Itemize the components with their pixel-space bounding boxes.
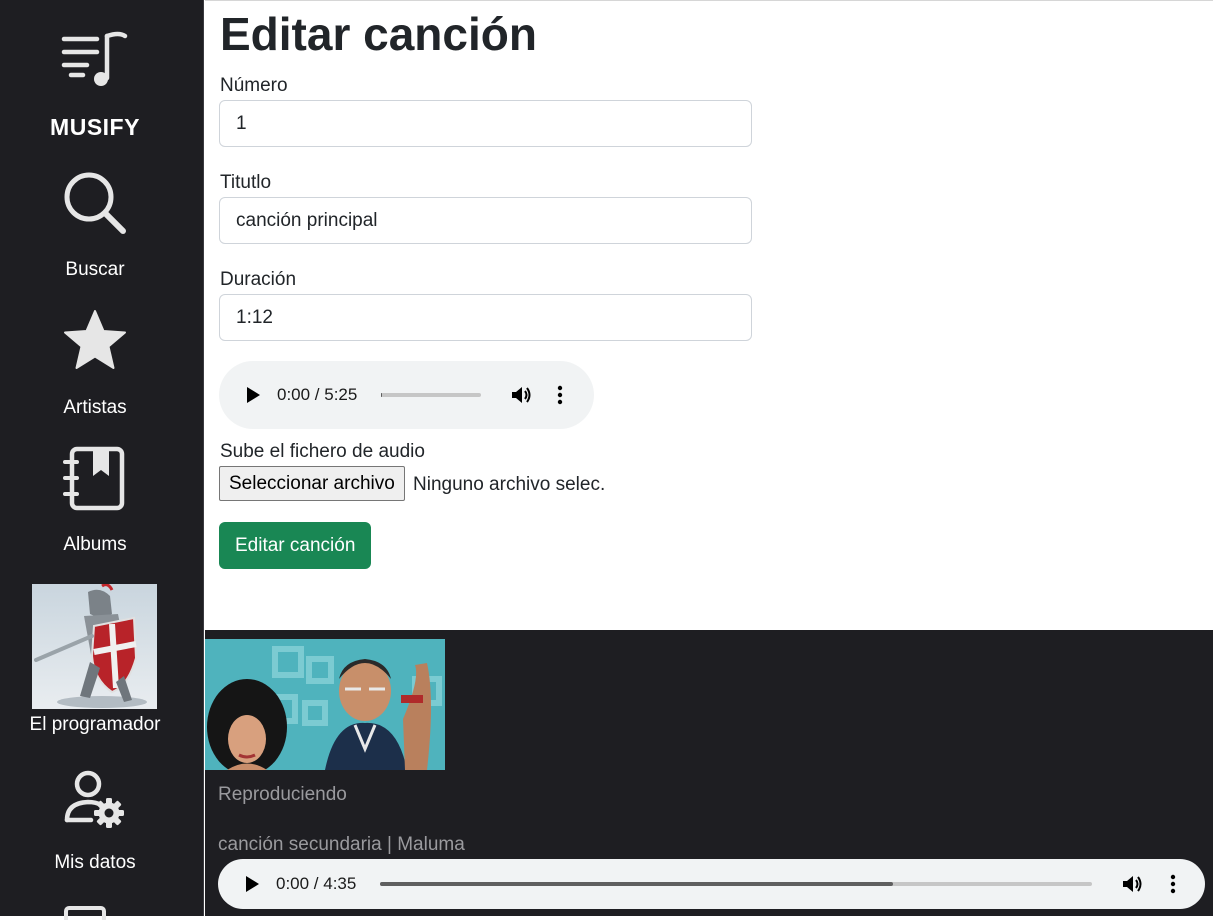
number-input[interactable]	[219, 100, 752, 147]
avatar	[32, 584, 157, 709]
audio-time: 0:00 / 5:25	[277, 385, 358, 404]
more-options-icon[interactable]	[557, 385, 563, 405]
album-cover	[205, 639, 445, 770]
brand-label: MUSIFY	[50, 114, 140, 140]
search-icon	[64, 172, 126, 234]
duration-input[interactable]	[219, 294, 752, 341]
sidebar-item-buscar[interactable]: Buscar	[0, 160, 190, 290]
play-icon[interactable]	[246, 876, 259, 892]
file-status: Ninguno archivo selec.	[413, 474, 606, 495]
album-book-icon	[63, 446, 125, 511]
sidebar-item-partial-icon[interactable]	[64, 906, 106, 920]
play-icon[interactable]	[247, 387, 260, 403]
number-label: Número	[220, 75, 288, 96]
audio-progress-bar[interactable]	[381, 393, 481, 397]
song-audio-player: 0:00 / 5:25	[219, 361, 594, 429]
sidebar-item-artistas[interactable]: Artistas	[0, 300, 190, 425]
audio-time: 0:00 / 4:35	[276, 874, 357, 893]
audio-progress-bar[interactable]	[380, 882, 1092, 886]
star-icon	[64, 310, 126, 369]
sidebar-item-label: El programador	[29, 714, 161, 735]
audio-progress-fill	[380, 882, 893, 886]
page-title: Editar canción	[220, 8, 537, 60]
choose-file-button[interactable]: Seleccionar archivo	[219, 466, 405, 501]
audio-progress-fill	[381, 393, 382, 397]
title-label: Titutlo	[220, 172, 272, 193]
edit-song-form: Editar canción Número Titutlo Duración 0…	[205, 0, 1213, 630]
user-gear-icon	[64, 770, 124, 828]
now-playing-status: Reproduciendo	[218, 784, 347, 805]
sidebar-item-label: Mis datos	[54, 852, 136, 873]
music-queue-icon	[61, 31, 128, 86]
edit-song-button[interactable]: Editar canción	[219, 522, 372, 569]
title-input[interactable]	[219, 197, 752, 244]
main-audio-player: 0:00 / 4:35	[218, 859, 1205, 909]
sidebar-item-albums[interactable]: Albums	[0, 440, 190, 565]
sidebar: MUSIFY Buscar Artistas Albums El program…	[0, 0, 204, 920]
more-options-icon[interactable]	[1170, 874, 1176, 894]
duration-label: Duración	[220, 269, 297, 290]
sidebar-item-profile[interactable]: El programador	[0, 584, 190, 744]
volume-icon[interactable]	[511, 385, 533, 405]
file-upload-label: Sube el fichero de audio	[220, 441, 425, 462]
now-playing-track: canción secundaria | Maluma	[218, 834, 465, 855]
sidebar-item-label: Artistas	[63, 397, 127, 418]
volume-icon[interactable]	[1122, 874, 1144, 894]
sidebar-item-mis-datos[interactable]: Mis datos	[0, 764, 190, 884]
now-playing-bar: Reproduciendo canción secundaria | Malum…	[205, 630, 1213, 916]
sidebar-item-label: Albums	[63, 534, 127, 555]
sidebar-item-label: Buscar	[65, 259, 125, 280]
brand-link[interactable]: MUSIFY	[0, 0, 190, 150]
